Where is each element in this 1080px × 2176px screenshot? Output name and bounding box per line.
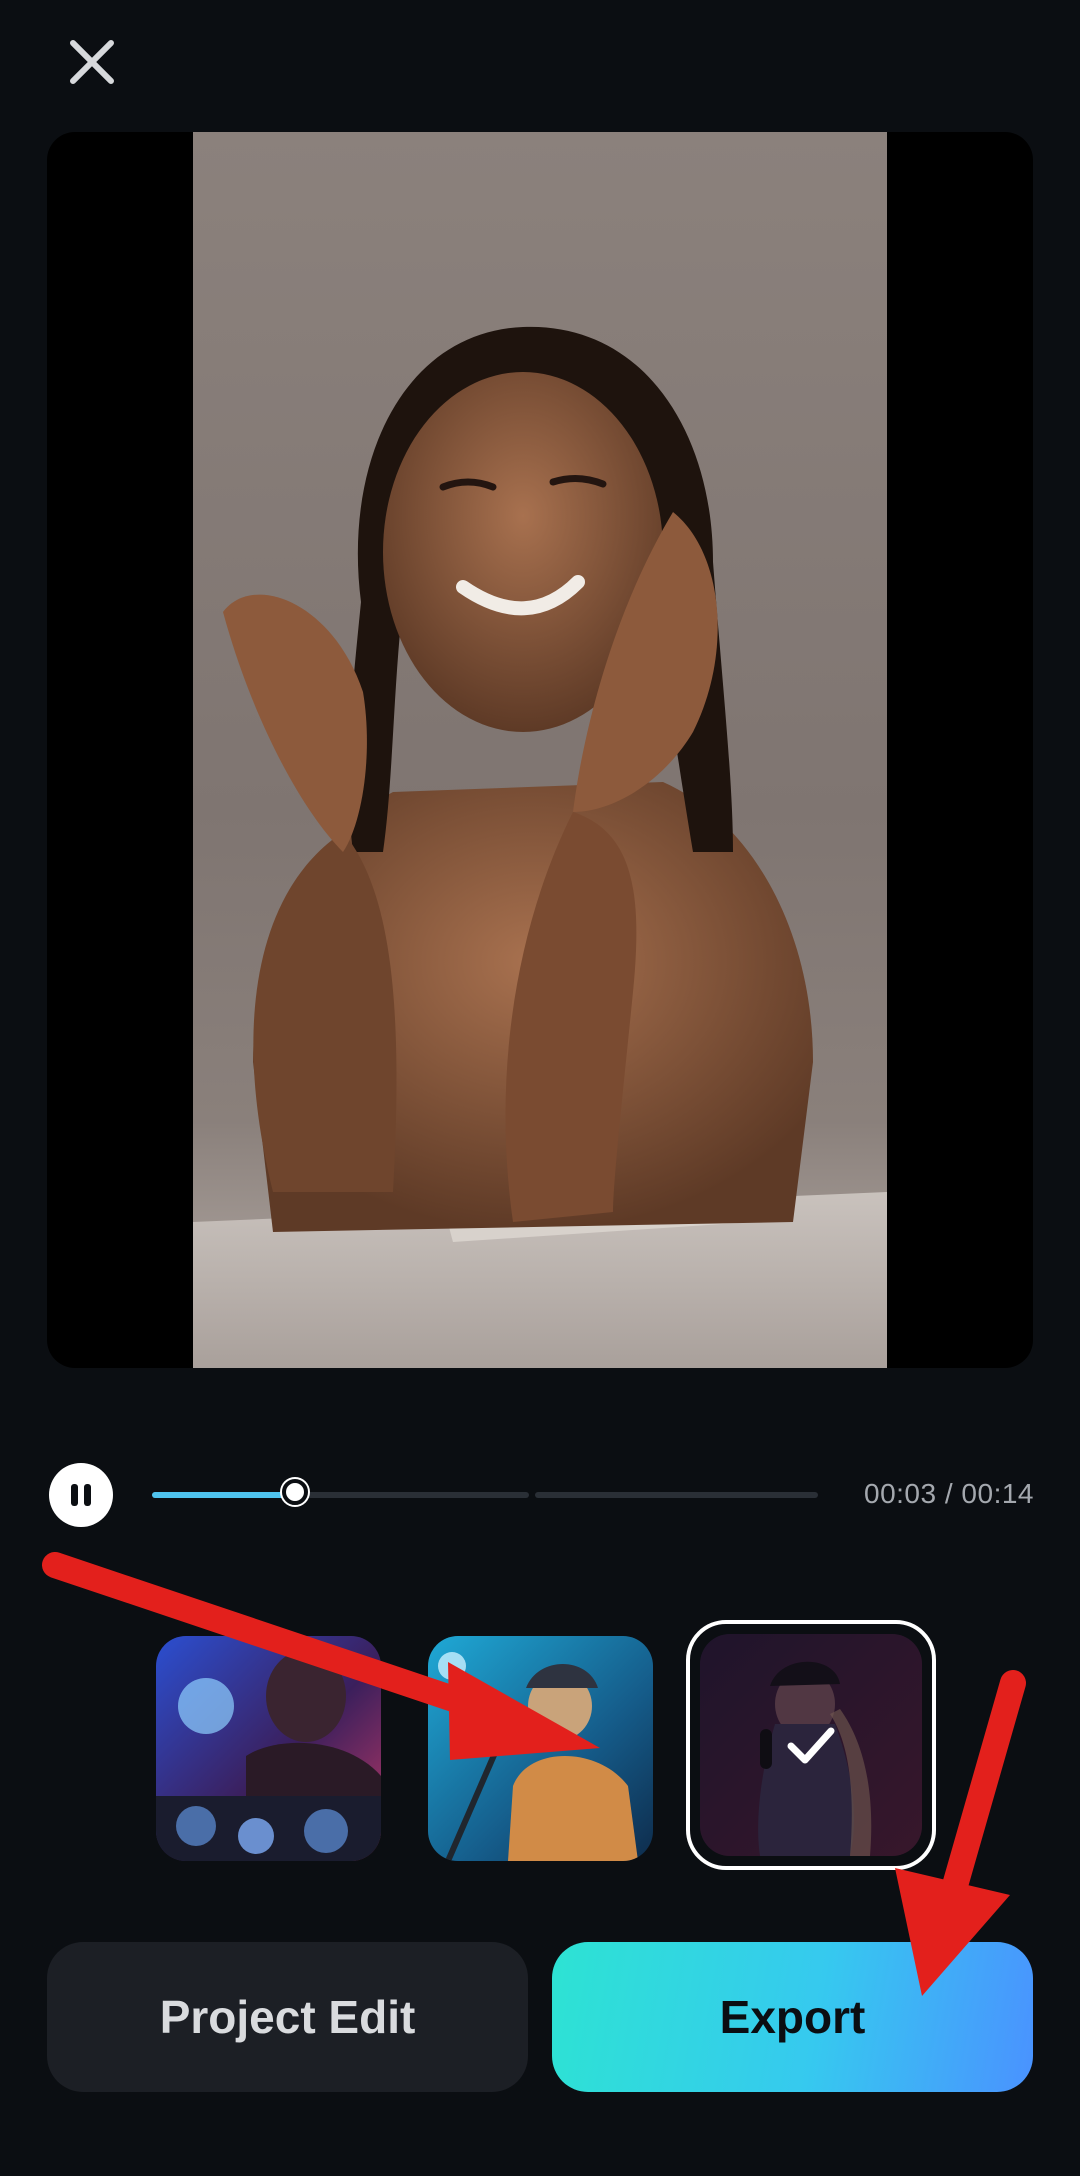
template-thumbnail-dj[interactable] <box>156 1636 381 1861</box>
export-button[interactable]: Export <box>552 1942 1033 2092</box>
progress-played <box>152 1492 295 1498</box>
track-segment-2 <box>535 1492 818 1498</box>
dj-performer-image <box>156 1636 381 1861</box>
video-preview[interactable] <box>47 132 1033 1368</box>
pause-button[interactable] <box>49 1463 113 1527</box>
woman-portrait-image <box>193 326 887 1368</box>
pause-icon <box>71 1484 78 1506</box>
total-time: 00:14 <box>961 1478 1034 1509</box>
time-separator: / <box>936 1478 962 1509</box>
selected-thumbnail-frame <box>700 1634 922 1856</box>
pause-icon-bar <box>84 1484 91 1506</box>
export-label: Export <box>719 1991 866 2043</box>
template-thumbnails <box>0 1620 1080 1876</box>
project-edit-button[interactable]: Project Edit <box>47 1942 528 2092</box>
template-thumbnail-singer[interactable] <box>428 1636 653 1861</box>
current-time: 00:03 <box>864 1478 937 1509</box>
progress-slider[interactable] <box>152 1479 818 1505</box>
progress-thumb[interactable] <box>282 1479 308 1505</box>
template-thumbnail-selected[interactable] <box>686 1620 936 1870</box>
selected-check-icon <box>783 1717 839 1773</box>
project-edit-label: Project Edit <box>159 1991 416 2043</box>
video-frame <box>193 132 887 1368</box>
playback-controls: 00:03 / 00:14 <box>0 1458 1080 1534</box>
singer-image <box>428 1636 653 1861</box>
close-button[interactable] <box>62 32 122 92</box>
close-icon <box>70 40 114 84</box>
time-readout: 00:03 / 00:14 <box>864 1478 1034 1510</box>
